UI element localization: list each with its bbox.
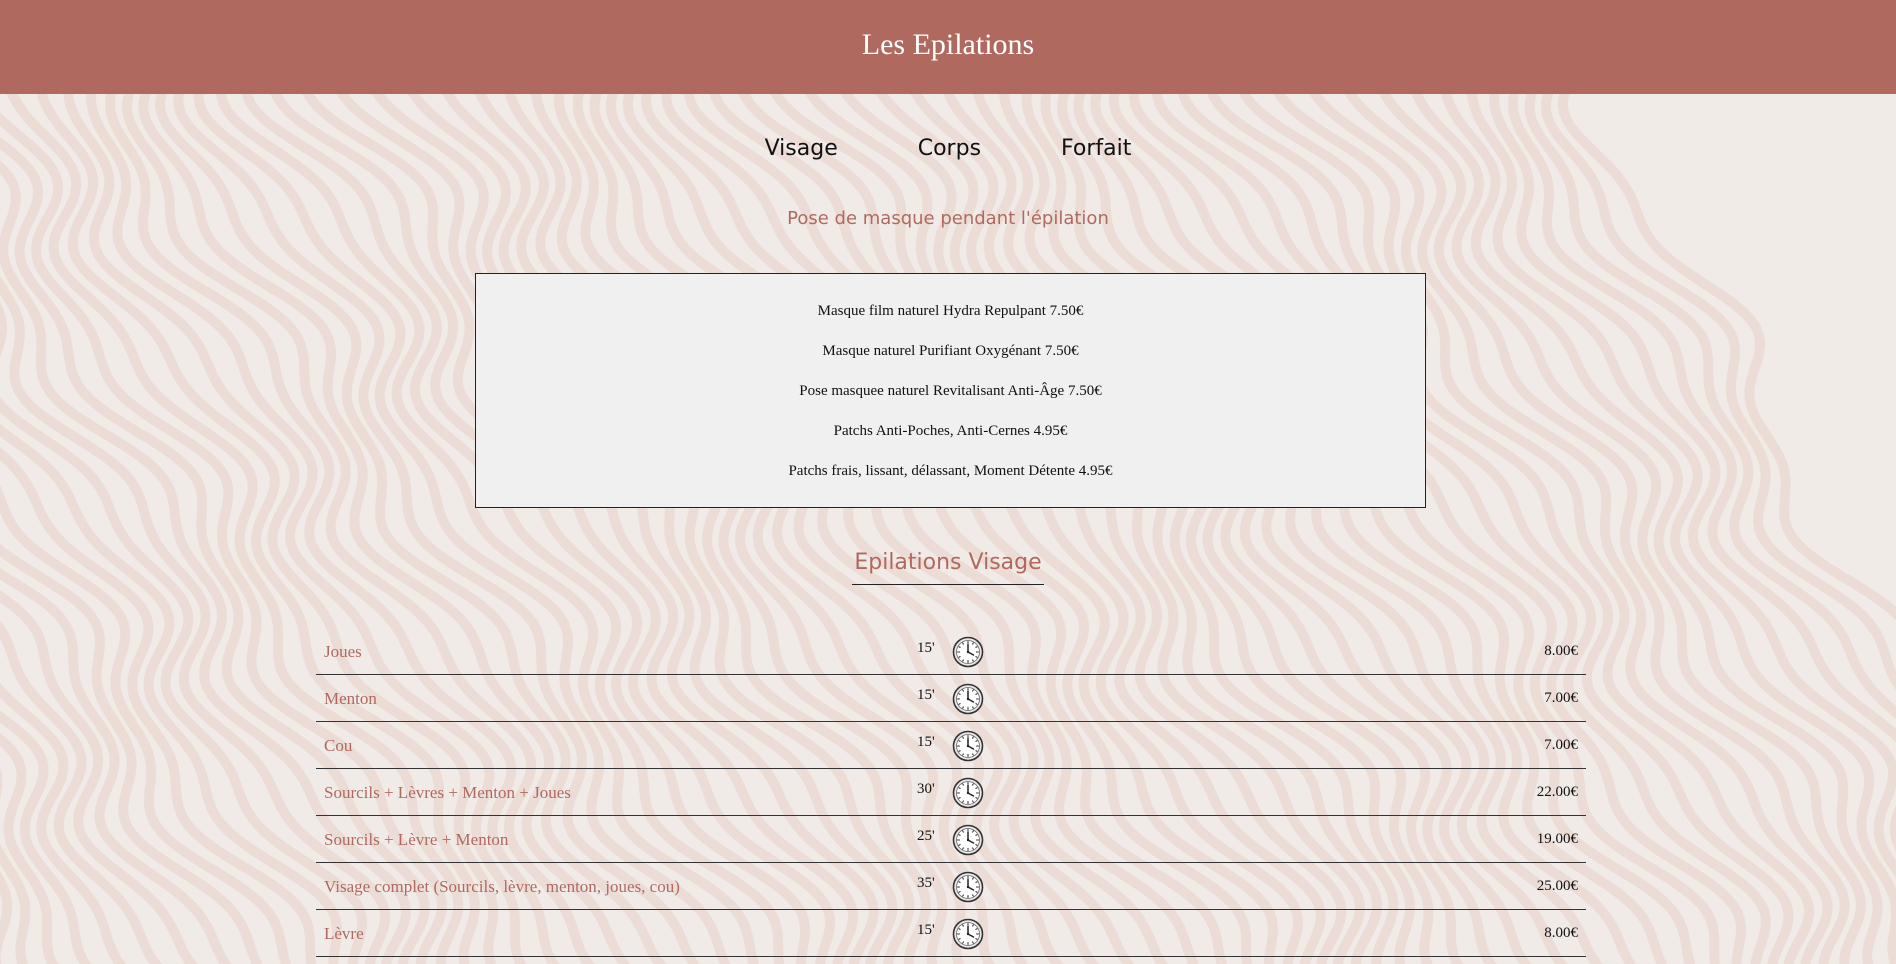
nav-link-corps[interactable]: Corps bbox=[918, 134, 981, 164]
service-price: 7.00€ bbox=[1544, 737, 1578, 753]
clock-icon bbox=[952, 683, 984, 715]
table-row: Sourcils + Lèvre + Menton 25' 19.00€ bbox=[316, 816, 1586, 863]
clock-icon bbox=[952, 730, 984, 762]
mask-options-box: Masque film naturel Hydra Repulpant 7.50… bbox=[475, 273, 1426, 508]
service-duration: 35' bbox=[917, 875, 935, 891]
section-heading-visage: Epilations Visage bbox=[0, 548, 1896, 585]
service-name: Joues bbox=[324, 642, 362, 661]
service-price: 25.00€ bbox=[1536, 878, 1578, 894]
service-name: Cou bbox=[324, 736, 353, 755]
page-title: Les Epilations bbox=[861, 28, 1035, 61]
service-duration: 15' bbox=[917, 734, 935, 750]
mask-option: Patchs Anti-Poches, Anti-Cernes 4.95€ bbox=[833, 423, 1068, 439]
page-header: Les Epilations bbox=[0, 0, 1896, 94]
service-duration: 15' bbox=[917, 687, 935, 703]
service-name: Visage complet (Sourcils, lèvre, menton,… bbox=[324, 877, 680, 896]
service-name: Lèvre bbox=[324, 924, 364, 943]
table-row: Sourcils + Lèvres + Menton + Joues 30' 2… bbox=[316, 769, 1586, 816]
table-row: Visage complet (Sourcils, lèvre, menton,… bbox=[316, 863, 1586, 910]
mask-option: Masque film naturel Hydra Repulpant 7.50… bbox=[817, 303, 1084, 319]
clock-icon bbox=[952, 777, 984, 809]
price-table-visage: Joues 15' 8.00€ Menton 15' 7.00€ Cou 15'… bbox=[316, 628, 1586, 957]
mask-option: Pose masquee naturel Revitalisant Anti-Â… bbox=[799, 383, 1102, 399]
service-duration: 25' bbox=[917, 828, 935, 844]
table-row: Lèvre 15' 8.00€ bbox=[316, 910, 1586, 957]
service-price: 22.00€ bbox=[1536, 784, 1578, 800]
clock-icon bbox=[952, 871, 984, 903]
service-name: Menton bbox=[324, 689, 377, 708]
service-price: 19.00€ bbox=[1536, 831, 1578, 847]
category-nav: Visage Corps Forfait bbox=[0, 134, 1896, 164]
section-heading-text: Epilations Visage bbox=[852, 548, 1044, 585]
service-duration: 30' bbox=[917, 781, 935, 797]
service-price: 8.00€ bbox=[1544, 925, 1578, 941]
clock-icon bbox=[952, 824, 984, 856]
clock-icon bbox=[952, 918, 984, 950]
table-row: Menton 15' 7.00€ bbox=[316, 675, 1586, 722]
service-name: Sourcils + Lèvres + Menton + Joues bbox=[324, 783, 571, 802]
nav-link-forfait[interactable]: Forfait bbox=[1061, 134, 1131, 164]
service-price: 8.00€ bbox=[1544, 643, 1578, 659]
service-name: Sourcils + Lèvre + Menton bbox=[324, 830, 509, 849]
nav-link-visage[interactable]: Visage bbox=[765, 134, 838, 164]
service-price: 7.00€ bbox=[1544, 690, 1578, 706]
mask-section-subtitle: Pose de masque pendant l'épilation bbox=[787, 208, 1109, 229]
mask-option: Masque naturel Purifiant Oxygénant 7.50€ bbox=[822, 343, 1079, 359]
service-duration: 15' bbox=[917, 640, 935, 656]
table-row: Cou 15' 7.00€ bbox=[316, 722, 1586, 769]
clock-icon bbox=[952, 636, 984, 668]
table-row: Joues 15' 8.00€ bbox=[316, 628, 1586, 675]
service-duration: 15' bbox=[917, 922, 935, 938]
mask-option: Patchs frais, lissant, délassant, Moment… bbox=[788, 463, 1113, 479]
